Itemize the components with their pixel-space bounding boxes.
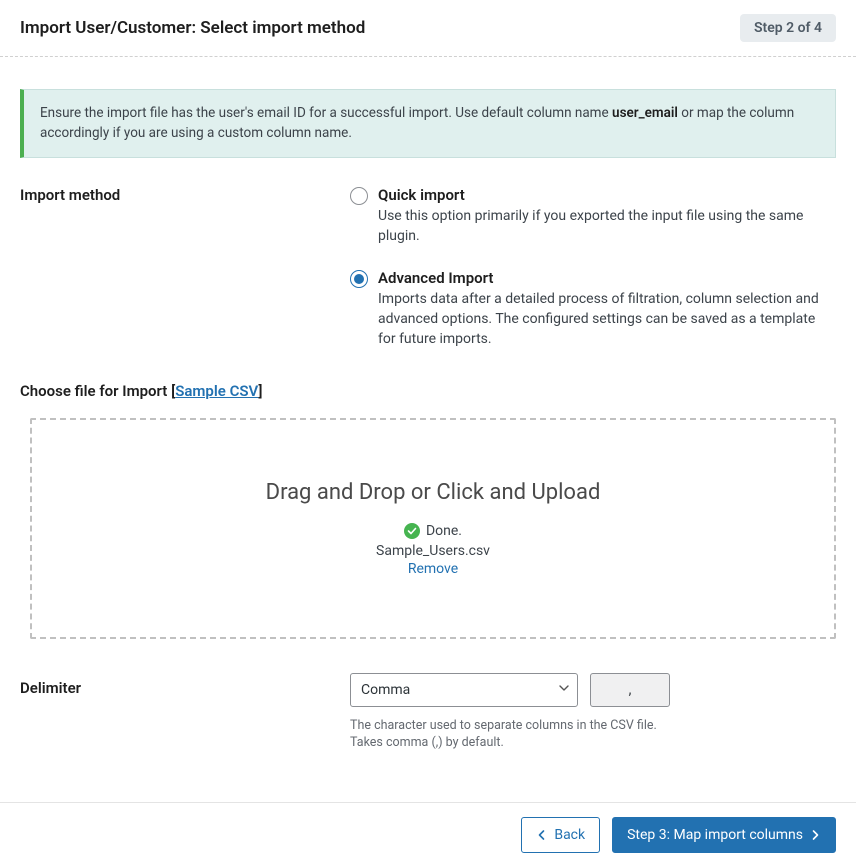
remove-file-link[interactable]: Remove: [52, 561, 814, 577]
chevron-right-icon: [809, 829, 821, 841]
back-button[interactable]: Back: [521, 817, 600, 853]
radio-advanced-import[interactable]: Advanced Import Imports data after a det…: [350, 269, 836, 350]
delimiter-input[interactable]: ,: [590, 673, 670, 707]
chevron-left-icon: [536, 829, 548, 841]
delimiter-label: Delimiter: [20, 673, 350, 697]
radio-circle-icon: [350, 270, 368, 288]
advanced-import-desc: Imports data after a detailed process of…: [378, 289, 836, 350]
notice-bold: user_email: [612, 105, 678, 121]
radio-quick-import[interactable]: Quick import Use this option primarily i…: [350, 186, 836, 247]
delimiter-select[interactable]: Comma: [350, 673, 578, 707]
uploaded-filename: Sample_Users.csv: [52, 543, 814, 559]
choose-file-label: Choose file for Import [Sample CSV]: [20, 382, 836, 400]
radio-dot-icon: [354, 274, 364, 284]
page-title: Import User/Customer: Select import meth…: [20, 18, 365, 38]
quick-import-title: Quick import: [378, 186, 836, 204]
quick-import-desc: Use this option primarily if you exporte…: [378, 206, 836, 247]
advanced-import-title: Advanced Import: [378, 269, 836, 287]
done-text: Done.: [426, 523, 462, 539]
file-dropzone[interactable]: Drag and Drop or Click and Upload Done. …: [30, 418, 836, 639]
delimiter-help: The character used to separate columns i…: [350, 717, 670, 752]
check-circle-icon: [404, 523, 420, 539]
sample-csv-link[interactable]: Sample CSV: [175, 382, 258, 400]
info-notice: Ensure the import file has the user's em…: [20, 89, 836, 158]
import-method-label: Import method: [20, 186, 350, 349]
step-badge: Step 2 of 4: [740, 14, 836, 42]
notice-text-pre: Ensure the import file has the user's em…: [40, 105, 612, 121]
dropzone-title: Drag and Drop or Click and Upload: [52, 480, 814, 505]
radio-circle-icon: [350, 187, 368, 205]
next-button[interactable]: Step 3: Map import columns: [612, 817, 836, 853]
